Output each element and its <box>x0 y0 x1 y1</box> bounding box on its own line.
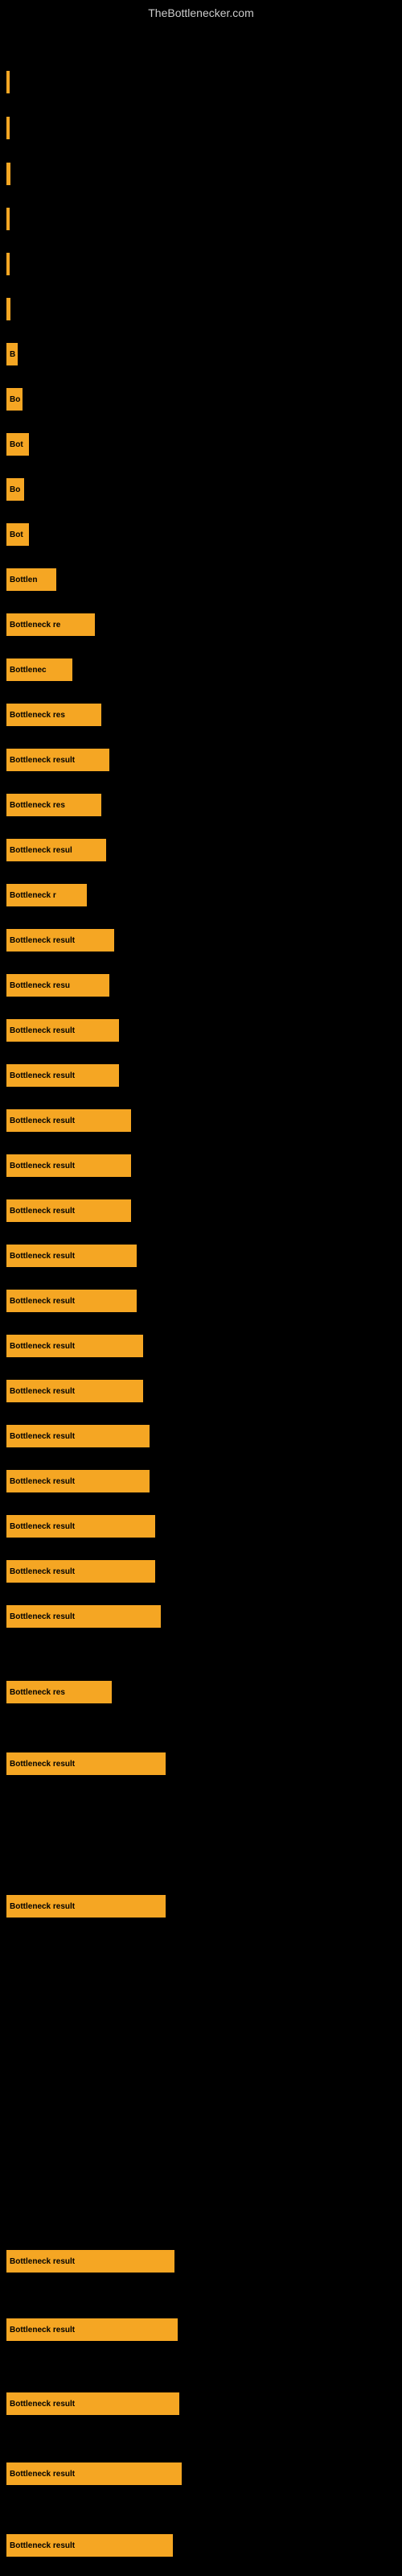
bar-label: Bottleneck result <box>10 1477 75 1486</box>
bar-label: Bottleneck resul <box>10 846 72 855</box>
bar-item <box>6 71 10 93</box>
bar-item: Bottleneck res <box>6 794 101 816</box>
bar-label: Bottleneck r <box>10 891 56 900</box>
bar-item: Bot <box>6 433 29 456</box>
bar-item <box>6 208 10 230</box>
bar-label: Bottleneck result <box>10 1342 75 1351</box>
bar-item: Bottleneck re <box>6 613 95 636</box>
bar-item: Bottleneck result <box>6 2250 174 2273</box>
bar-label: Bottlen <box>10 576 37 584</box>
bar-label: Bottlenec <box>10 666 47 675</box>
bar-item: Bottleneck res <box>6 704 101 726</box>
bar-label: Bottleneck result <box>10 2541 75 2550</box>
bar-item: Bottleneck result <box>6 1154 131 1177</box>
bar-label: Bottleneck result <box>10 2400 75 2409</box>
bar-item: Bottleneck result <box>6 1605 161 1628</box>
bar-label: Bottleneck result <box>10 2257 75 2266</box>
bar-item: Bottleneck resul <box>6 839 106 861</box>
bar-item: Bottleneck result <box>6 749 109 771</box>
bar-item: Bottleneck result <box>6 1515 155 1538</box>
bar-item: Bottleneck result <box>6 2462 182 2485</box>
bar-item: Bottleneck result <box>6 1019 119 1042</box>
bar-item: Bottleneck result <box>6 2392 179 2415</box>
bar-label: Bot <box>10 440 23 449</box>
bar-item: Bottleneck result <box>6 1335 143 1357</box>
bar-label: Bottleneck res <box>10 711 65 720</box>
bar-label: Bot <box>10 530 23 539</box>
bar-item: Bottleneck res <box>6 1681 112 1703</box>
bar-label: Bottleneck result <box>10 1252 75 1261</box>
bar-label: Bottleneck result <box>10 1071 75 1080</box>
bar-item <box>6 163 10 185</box>
bar-item: Bottlen <box>6 568 56 591</box>
bar-item <box>6 253 10 275</box>
bar-label: Bottleneck result <box>10 1297 75 1306</box>
bar-item: Bottleneck result <box>6 1109 131 1132</box>
bar-label: Bo <box>10 395 20 404</box>
bar-label: B <box>10 350 15 359</box>
bar-item: Bottleneck result <box>6 1199 131 1222</box>
bar-item: Bottleneck result <box>6 1425 150 1447</box>
bar-label: Bo <box>10 485 20 494</box>
bar-label: Bottleneck resu <box>10 981 70 990</box>
bar-label: Bottleneck result <box>10 1902 75 1911</box>
bar-label: Bottleneck re <box>10 621 60 630</box>
bar-item <box>6 117 10 139</box>
bar-item: Bottleneck result <box>6 1895 166 1918</box>
bar-item: Bottlenec <box>6 658 72 681</box>
bar-label: Bottleneck result <box>10 936 75 945</box>
bar-item: Bottleneck r <box>6 884 87 906</box>
chart-area: TheBottlenecker.com B Bo Bot Bo Bot Bottlen Bo… <box>0 0 402 2576</box>
bar-item: Bottleneck result <box>6 1560 155 1583</box>
bar-item: Bottleneck resu <box>6 974 109 997</box>
site-title: TheBottlenecker.com <box>0 0 402 23</box>
bar-item: Bottleneck result <box>6 1290 137 1312</box>
bar-label: Bottleneck result <box>10 1207 75 1216</box>
bar-label: Bottleneck result <box>10 2470 75 2479</box>
bar-label: Bottleneck res <box>10 1688 65 1697</box>
bar-item <box>6 298 10 320</box>
bar-item: Bottleneck result <box>6 1064 119 1087</box>
bar-label: Bottleneck result <box>10 1162 75 1170</box>
bar-item: Bottleneck result <box>6 2534 173 2557</box>
bar-label: Bottleneck result <box>10 1612 75 1621</box>
bar-item: Bo <box>6 478 24 501</box>
bar-label: Bottleneck result <box>10 1026 75 1035</box>
bar-label: Bottleneck result <box>10 1567 75 1576</box>
bar-label: Bottleneck result <box>10 1522 75 1531</box>
bar-item: B <box>6 343 18 365</box>
bar-label: Bottleneck res <box>10 801 65 810</box>
bar-label: Bottleneck result <box>10 756 75 765</box>
bar-item: Bottleneck result <box>6 1752 166 1775</box>
bar-label: Bottleneck result <box>10 1432 75 1441</box>
bar-label: Bottleneck result <box>10 2326 75 2334</box>
bar-item: Bottleneck result <box>6 929 114 952</box>
bar-label: Bottleneck result <box>10 1387 75 1396</box>
bar-item: Bottleneck result <box>6 2318 178 2341</box>
bar-item: Bo <box>6 388 23 411</box>
bar-item: Bottleneck result <box>6 1245 137 1267</box>
bar-item: Bot <box>6 523 29 546</box>
bar-label: Bottleneck result <box>10 1760 75 1769</box>
bar-item: Bottleneck result <box>6 1380 143 1402</box>
bar-label: Bottleneck result <box>10 1117 75 1125</box>
bar-item: Bottleneck result <box>6 1470 150 1492</box>
